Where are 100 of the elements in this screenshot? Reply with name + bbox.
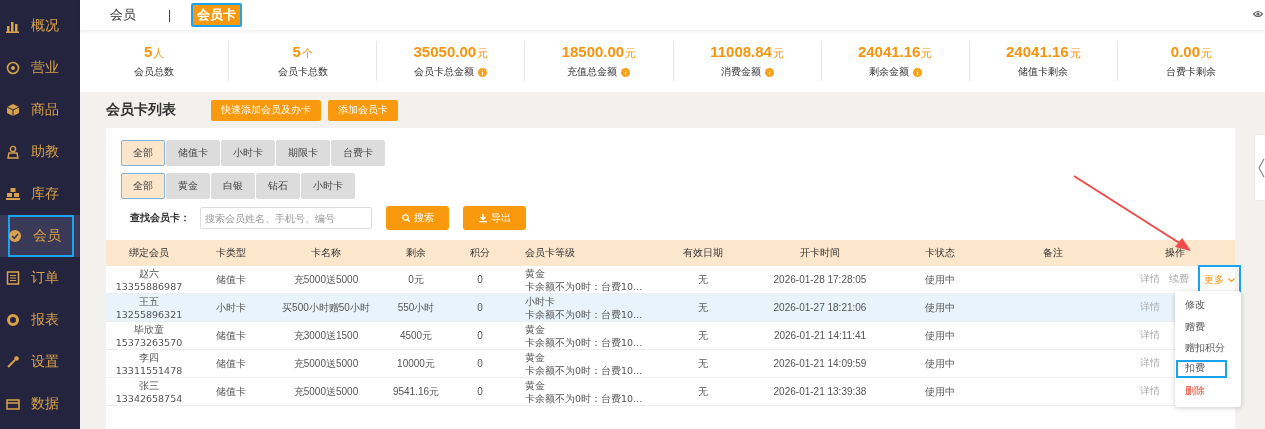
sidebar-item[interactable]: 报表 <box>0 299 80 341</box>
table-cell: 9541.16元 <box>382 378 450 406</box>
stat-value: 5个 <box>292 43 313 61</box>
phone-number: 13342658754 <box>115 391 183 405</box>
column-header: 积分 <box>450 240 510 266</box>
filter-chip[interactable]: 全部 <box>121 173 165 199</box>
sidebar-item[interactable]: 助教 <box>0 131 80 173</box>
level-name: 黄金 <box>525 266 546 280</box>
stat-label: 台费卡剩余 <box>1166 65 1217 79</box>
table-cell: 充3000送1500 <box>270 322 382 350</box>
donut-icon <box>6 313 20 327</box>
bar-chart-icon <box>6 19 20 33</box>
filter-chip[interactable]: 台费卡 <box>331 140 385 166</box>
stat-value: 24041.16元 <box>1006 43 1081 61</box>
search-field[interactable]: 搜索会员姓名、手机号、编号 <box>200 207 372 229</box>
level-name: 黄金 <box>525 378 546 392</box>
stack-icon <box>6 187 20 201</box>
column-header: 操作 <box>1115 240 1235 266</box>
sidebar-item[interactable]: 营业 <box>0 47 80 89</box>
tab[interactable]: 会员 <box>104 3 142 27</box>
column-header: 开卡时间 <box>750 240 890 266</box>
person-icon <box>6 145 20 159</box>
sidebar-item[interactable]: 库存 <box>0 173 80 215</box>
sidebar-item[interactable]: 概况 <box>0 5 80 47</box>
level-name: 黄金 <box>525 350 546 364</box>
section-title: 会员卡列表 <box>106 101 176 119</box>
table-cell: 无 <box>655 378 750 406</box>
info-icon <box>764 67 774 77</box>
info-icon <box>621 67 631 77</box>
sidebar-item[interactable]: 设置 <box>0 341 80 383</box>
sidebar-item[interactable]: 会员 <box>8 215 74 257</box>
member-name: 王五 <box>138 294 160 308</box>
check-circle-icon <box>8 229 22 243</box>
stat-value: 11008.84元 <box>710 43 784 61</box>
box-icon <box>6 103 20 117</box>
eye-icon <box>1253 10 1263 18</box>
table-cell: 2026-01-21 13:39:38 <box>750 378 890 406</box>
sidebar-item[interactable]: 订单 <box>0 257 80 299</box>
stat-value: 35050.00元 <box>413 43 489 61</box>
level-note: 卡余额不为0时：台费10... <box>525 391 643 405</box>
phone-number: 13311551478 <box>115 363 183 377</box>
collapse-handle[interactable] <box>1255 135 1265 200</box>
filter-chip[interactable]: 期限卡 <box>276 140 330 166</box>
table-cell: 无 <box>655 294 750 322</box>
level-note: 卡余额不为0时：台费10... <box>525 335 643 349</box>
stat-value: 18500.00元 <box>561 43 637 61</box>
search-icon <box>401 214 410 222</box>
table-cell: 买500小时赠50小时 <box>270 294 382 322</box>
chevron-down-icon <box>1228 277 1235 282</box>
table-cell: 小时卡 <box>192 294 270 322</box>
panel-icon <box>6 397 20 411</box>
sidebar-item[interactable]: 数据 <box>0 383 80 425</box>
column-header: 剩余 <box>382 240 450 266</box>
table-cell: 使用中 <box>890 378 990 406</box>
column-header: 有效日期 <box>655 240 750 266</box>
column-header: 绑定会员 <box>106 240 192 266</box>
column-header: 备注 <box>990 240 1115 266</box>
sidebar-item[interactable]: 商品 <box>0 89 80 131</box>
table-cell: 使用中 <box>890 322 990 350</box>
stat-label: 会员卡总金额 <box>414 65 475 79</box>
filter-chip[interactable]: 全部 <box>121 140 165 166</box>
menu-item[interactable]: 赠扣积分 <box>1175 338 1241 360</box>
filter-chip[interactable]: 小时卡 <box>301 173 355 199</box>
table-cell: 10000元 <box>382 350 450 378</box>
level-note: 卡余额不为0时：台费10... <box>525 363 643 377</box>
stat-label: 剩余金额 <box>868 65 909 79</box>
stat-value: 0.00元 <box>1170 43 1213 61</box>
member-name: 李四 <box>138 350 160 364</box>
filter-chip[interactable]: 白银 <box>211 173 255 199</box>
filter-chip[interactable]: 储值卡 <box>166 140 220 166</box>
menu-item[interactable]: 扣费 <box>1176 359 1227 378</box>
stat-label: 储值卡剩余 <box>1018 65 1069 79</box>
member-name: 毕欣童 <box>133 322 165 336</box>
column-header: 卡状态 <box>890 240 990 266</box>
stat-value: 5人 <box>143 43 165 61</box>
download-icon <box>478 213 487 223</box>
filter-chip[interactable]: 钻石 <box>256 173 300 199</box>
level-note: 卡余额不为0时：台费10... <box>525 279 643 293</box>
menu-item[interactable]: 删除 <box>1175 381 1241 403</box>
filter-chip[interactable]: 黄金 <box>166 173 210 199</box>
stat-label: 充值总金额 <box>567 65 618 79</box>
table-cell: 储值卡 <box>192 378 270 406</box>
coin-icon <box>6 61 20 75</box>
level-note: 卡余额不为0时：台费10... <box>525 307 643 321</box>
stat-value: 24041.16元 <box>857 43 933 61</box>
table-cell: 0 <box>450 350 510 378</box>
tab-separator: | <box>168 8 172 22</box>
column-header: 卡名称 <box>270 240 382 266</box>
chevron-left-icon <box>1258 157 1265 178</box>
menu-item[interactable]: 赠费 <box>1175 316 1241 338</box>
table-cell: 2026-01-21 14:11:41 <box>750 322 890 350</box>
table-cell: 储值卡 <box>192 350 270 378</box>
column-header: 卡类型 <box>192 240 270 266</box>
menu-item[interactable]: 修改 <box>1175 295 1241 317</box>
table-cell: 0 <box>450 322 510 350</box>
table-cell: 550小时 <box>382 294 450 322</box>
wrench-icon <box>6 355 20 369</box>
table-cell: 储值卡 <box>192 322 270 350</box>
table-cell: 无 <box>655 322 750 350</box>
filter-chip[interactable]: 小时卡 <box>221 140 275 166</box>
